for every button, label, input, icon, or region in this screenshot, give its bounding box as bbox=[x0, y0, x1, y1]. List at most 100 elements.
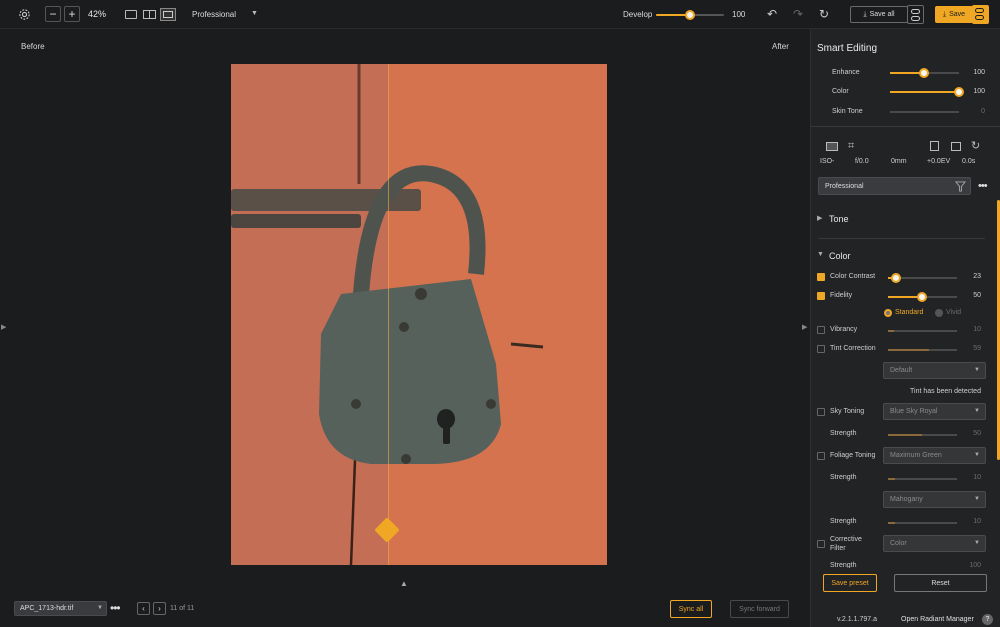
standard-label: Standard bbox=[895, 309, 924, 316]
zoom-level: 42% bbox=[88, 9, 107, 19]
crop-icon[interactable]: ⌗ bbox=[848, 140, 854, 153]
split-view-icon[interactable] bbox=[143, 10, 156, 19]
color-section-label[interactable]: Color bbox=[829, 251, 851, 261]
file-more-icon[interactable]: ••• bbox=[110, 601, 121, 615]
corrective-filter-checkbox[interactable] bbox=[817, 540, 825, 548]
more-options-icon[interactable]: ••• bbox=[978, 180, 988, 192]
flip-horizontal-icon[interactable] bbox=[951, 142, 961, 151]
zoom-in-button[interactable]: + bbox=[64, 6, 80, 22]
tint-detected-message: Tint has been detected bbox=[910, 388, 981, 395]
foliage-strength-slider[interactable] bbox=[888, 478, 957, 480]
skin-tone-slider[interactable] bbox=[890, 111, 959, 113]
corrective-filter-option: Color bbox=[890, 540, 907, 547]
mahogany-strength-label: Strength bbox=[830, 518, 857, 525]
redo-icon[interactable]: ↷ bbox=[791, 7, 805, 21]
skin-tone-label: Skin Tone bbox=[832, 108, 863, 115]
foliage-toning-option: Maximum Green bbox=[890, 452, 942, 459]
foliage-strength-value: 10 bbox=[973, 474, 981, 481]
next-image-button[interactable]: › bbox=[153, 602, 166, 615]
foliage-toning-label: Foliage Toning bbox=[830, 452, 876, 459]
file-selector[interactable]: APC_1713-hdr.tif ▼ bbox=[14, 601, 107, 616]
standard-radio[interactable] bbox=[884, 309, 892, 317]
save-all-icon: ⤓ bbox=[863, 10, 867, 18]
tint-correction-checkbox[interactable] bbox=[817, 345, 825, 353]
after-label: After bbox=[772, 42, 789, 51]
mahogany-strength-slider[interactable] bbox=[888, 522, 957, 524]
vibrancy-label: Vibrancy bbox=[830, 326, 858, 333]
develop-slider[interactable] bbox=[656, 10, 724, 20]
vivid-label: Vivid bbox=[946, 309, 962, 316]
zoom-out-button[interactable]: − bbox=[45, 6, 61, 22]
photo-preview[interactable] bbox=[231, 64, 607, 565]
save-button[interactable]: ⤓ Save bbox=[935, 6, 973, 23]
chevron-down-icon: ▼ bbox=[97, 605, 103, 611]
skin-tone-value: 0 bbox=[981, 108, 985, 115]
sky-toning-label: Sky Toning bbox=[830, 408, 865, 415]
save-all-button[interactable]: ⤓ Save all bbox=[850, 6, 908, 23]
fidelity-knob[interactable] bbox=[917, 292, 927, 302]
fidelity-slider[interactable] bbox=[888, 292, 957, 302]
exposure-value: +0.0EV bbox=[927, 158, 951, 165]
develop-slider-knob[interactable] bbox=[685, 10, 695, 20]
sky-toning-dropdown[interactable]: Blue Sky Royal ▼ bbox=[883, 403, 986, 420]
vibrancy-checkbox[interactable] bbox=[817, 326, 825, 334]
vivid-radio[interactable] bbox=[935, 309, 943, 317]
image-counter: 11 of 11 bbox=[170, 605, 195, 612]
color-slider[interactable] bbox=[890, 87, 964, 97]
vibrancy-value: 10 bbox=[973, 326, 981, 333]
preset-selector[interactable]: Professional bbox=[192, 10, 236, 19]
tint-dropdown-label: Default bbox=[890, 367, 913, 374]
shutter-value: 0.0s bbox=[962, 158, 976, 165]
color-knob[interactable] bbox=[954, 87, 964, 97]
save-options-icon[interactable] bbox=[972, 5, 989, 24]
save-preset-button[interactable]: Save preset bbox=[823, 574, 877, 592]
chevron-down-icon[interactable]: ▼ bbox=[817, 251, 824, 258]
color-contrast-checkbox[interactable] bbox=[817, 273, 825, 281]
compare-view-icon[interactable] bbox=[160, 8, 176, 21]
flip-vertical-icon[interactable] bbox=[930, 141, 939, 151]
color-contrast-value: 23 bbox=[973, 273, 981, 280]
tint-correction-slider[interactable] bbox=[888, 349, 957, 351]
open-radiant-manager-link[interactable]: Open Radiant Manager bbox=[901, 616, 974, 623]
save-all-options-icon[interactable] bbox=[907, 5, 924, 24]
chevron-down-icon: ▼ bbox=[974, 496, 980, 502]
vibrancy-slider[interactable] bbox=[888, 330, 957, 332]
enhance-slider[interactable] bbox=[890, 68, 959, 78]
settings-icon[interactable] bbox=[17, 7, 31, 21]
mahogany-dropdown[interactable]: Mahogany ▼ bbox=[883, 491, 986, 508]
single-view-icon[interactable] bbox=[125, 10, 137, 19]
split-divider[interactable] bbox=[388, 64, 389, 565]
refresh-icon[interactable]: ↻ bbox=[817, 7, 831, 21]
save-preset-label: Save preset bbox=[831, 579, 869, 587]
filter-icon bbox=[955, 181, 966, 192]
filmstrip-toggle-icon[interactable]: ▲ bbox=[400, 579, 408, 588]
color-contrast-slider[interactable] bbox=[888, 273, 957, 283]
sky-toning-checkbox[interactable] bbox=[817, 408, 825, 416]
reset-button[interactable]: Reset bbox=[894, 574, 987, 592]
tone-section-label[interactable]: Tone bbox=[829, 214, 849, 224]
right-panel-toggle-icon[interactable]: ▶ bbox=[802, 323, 807, 331]
fidelity-checkbox[interactable] bbox=[817, 292, 825, 300]
save-label: Save bbox=[949, 11, 966, 18]
sky-toning-option: Blue Sky Royal bbox=[890, 408, 938, 415]
sync-all-button[interactable]: Sync all bbox=[670, 600, 712, 618]
top-toolbar: − + 42% Professional ▼ Develop 100 ↶ ↷ ↻… bbox=[0, 0, 1000, 29]
left-panel-toggle-icon[interactable]: ▶ bbox=[1, 323, 6, 331]
prev-image-button[interactable]: ‹ bbox=[137, 602, 150, 615]
chevron-down-icon: ▼ bbox=[974, 540, 980, 546]
preset-dropdown[interactable]: Professional bbox=[818, 177, 971, 195]
section-divider bbox=[811, 126, 1000, 127]
chevron-right-icon[interactable]: ▶ bbox=[817, 214, 822, 222]
corrective-filter-dropdown[interactable]: Color ▼ bbox=[883, 535, 986, 552]
sky-strength-slider[interactable] bbox=[888, 434, 957, 436]
help-icon[interactable]: ? bbox=[982, 614, 993, 625]
rotate-icon[interactable]: ↻ bbox=[971, 139, 980, 152]
enhance-knob[interactable] bbox=[919, 68, 929, 78]
sync-forward-button[interactable]: Sync forward bbox=[730, 600, 789, 618]
undo-icon[interactable]: ↶ bbox=[765, 7, 779, 21]
foliage-toning-dropdown[interactable]: Maximum Green ▼ bbox=[883, 447, 986, 464]
tint-dropdown[interactable]: Default ▼ bbox=[883, 362, 986, 379]
color-contrast-knob[interactable] bbox=[891, 273, 901, 283]
chevron-down-icon[interactable]: ▼ bbox=[251, 10, 258, 17]
foliage-toning-checkbox[interactable] bbox=[817, 452, 825, 460]
